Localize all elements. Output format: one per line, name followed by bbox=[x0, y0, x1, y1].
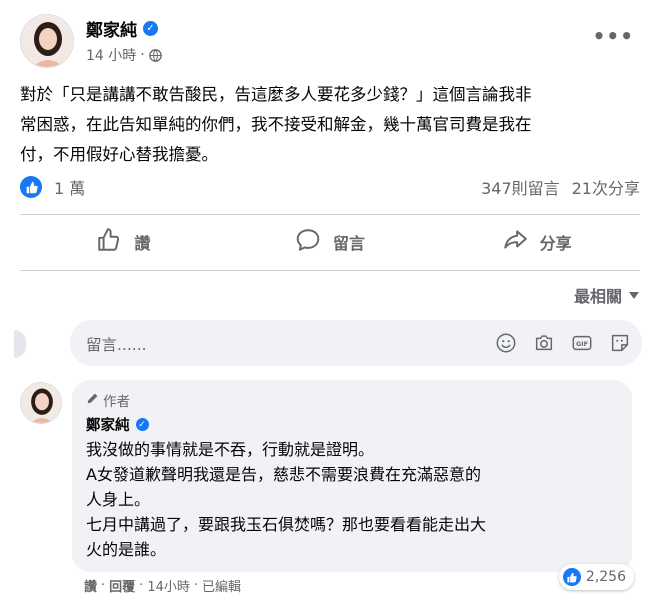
comment-bubble: 作者 鄭家純 ✓ 我沒做的事情就是不吞，行動就是證明。 A女發道歉聲明我還是告，… bbox=[72, 380, 632, 572]
comment-text-line: 人身上。 bbox=[86, 490, 151, 509]
comment-reaction-count: 2,256 bbox=[585, 569, 626, 585]
share-button[interactable]: 分享 bbox=[433, 222, 640, 262]
comment-footer: 讚 · 回覆 · 14小時 · 已編輯 bbox=[84, 576, 241, 595]
comment-input-placeholder: 留言...... bbox=[86, 336, 147, 354]
comment-text-line: A女發道歉聲明我還是告，慈悲不需要浪費在充滿惡意的 bbox=[86, 465, 481, 484]
share-count[interactable]: 21次分享 bbox=[572, 175, 640, 199]
more-options-icon[interactable]: ••• bbox=[593, 24, 634, 48]
comment-author-name[interactable]: 鄭家純 bbox=[86, 414, 130, 435]
author-avatar[interactable] bbox=[20, 14, 74, 68]
meta-separator: · bbox=[140, 47, 145, 63]
comment-text-line: 我沒做的事情就是不吞，行動就是證明。 bbox=[86, 440, 375, 459]
comment-sort-dropdown[interactable]: 最相關 bbox=[574, 283, 640, 307]
svg-text:GIF: GIF bbox=[576, 340, 588, 348]
share-button-label: 分享 bbox=[539, 234, 572, 253]
verified-badge-icon: ✓ bbox=[143, 21, 158, 36]
comment-edited-label[interactable]: 已編輯 bbox=[202, 576, 241, 595]
share-arrow-icon bbox=[502, 227, 528, 257]
sticker-icon[interactable] bbox=[608, 331, 632, 355]
comment-author-avatar[interactable] bbox=[20, 382, 62, 424]
comment-button[interactable]: 留言 bbox=[227, 222, 434, 262]
reactions-summary: 1 萬 347則留言 21次分享 bbox=[20, 172, 640, 202]
like-button-label: 讚 bbox=[134, 234, 151, 253]
globe-icon bbox=[148, 48, 162, 62]
comment-count[interactable]: 347則留言 bbox=[481, 175, 560, 199]
comment-text-line: 火的是誰。 bbox=[86, 540, 167, 559]
post-text-line: 對於「只是講講不敢告酸民，告這麼多人要花多少錢？」這個言論我非 bbox=[20, 85, 532, 104]
author-badge: 作者 bbox=[86, 390, 618, 410]
divider bbox=[20, 270, 640, 271]
divider bbox=[20, 214, 640, 215]
comment-text-line: 七月中講過了，要跟我玉石俱焚嗎？那也要看看能走出大 bbox=[86, 515, 487, 534]
footer-separator: · bbox=[139, 578, 144, 593]
pencil-icon bbox=[86, 392, 99, 409]
comment-composer: 留言...... GIF bbox=[14, 318, 642, 368]
thumbs-up-icon bbox=[96, 227, 122, 257]
post-text-line: 常困惑，在此告知單純的你們，我不接受和解金，幾十萬官司費是我在 bbox=[20, 115, 532, 134]
caret-down-icon bbox=[628, 286, 640, 305]
comment-bubble-icon bbox=[295, 227, 321, 257]
comment-input[interactable]: 留言...... GIF bbox=[70, 320, 642, 366]
post-actions: 讚 留言 分享 bbox=[20, 222, 640, 262]
comment-button-label: 留言 bbox=[333, 234, 366, 253]
footer-separator: · bbox=[193, 578, 198, 593]
post-text-line: 付，不用假好心替我擔憂。 bbox=[20, 145, 218, 164]
post-timestamp[interactable]: 14 小時 bbox=[86, 45, 136, 65]
like-button[interactable]: 讚 bbox=[20, 222, 227, 262]
comment-like-link[interactable]: 讚 bbox=[84, 576, 97, 595]
comment-reactions[interactable]: 2,256 bbox=[558, 564, 634, 590]
like-reaction-icon bbox=[562, 568, 581, 586]
post-body: 對於「只是講講不敢告酸民，告這麼多人要花多少錢？」這個言論我非 常困惑，在此告知… bbox=[20, 80, 640, 170]
gif-icon[interactable]: GIF bbox=[570, 331, 594, 355]
post-author-name[interactable]: 鄭家純 bbox=[86, 16, 137, 41]
comment-reply-link[interactable]: 回覆 bbox=[109, 576, 135, 595]
camera-icon[interactable] bbox=[532, 331, 556, 355]
comment-timestamp[interactable]: 14小時 bbox=[147, 576, 190, 595]
like-reaction-icon[interactable] bbox=[20, 176, 42, 198]
viewer-avatar bbox=[14, 330, 26, 358]
verified-badge-icon: ✓ bbox=[135, 418, 149, 431]
post-header: 鄭家純 ✓ 14 小時 · ••• bbox=[20, 14, 640, 72]
sort-label: 最相關 bbox=[573, 287, 622, 306]
author-badge-label: 作者 bbox=[103, 394, 130, 410]
like-count[interactable]: 1 萬 bbox=[54, 175, 85, 199]
emoji-icon[interactable] bbox=[494, 331, 518, 355]
footer-separator: · bbox=[101, 578, 106, 593]
